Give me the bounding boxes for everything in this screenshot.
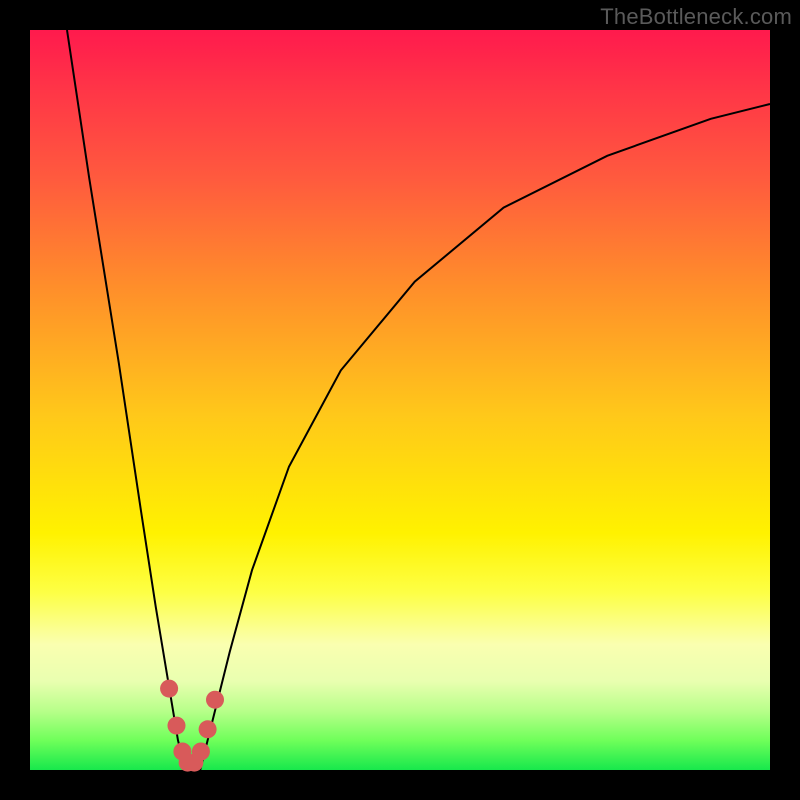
highlight-dot xyxy=(168,717,186,735)
curve-svg xyxy=(30,30,770,770)
highlight-dot xyxy=(206,691,224,709)
highlight-dot xyxy=(160,680,178,698)
highlight-dot xyxy=(192,743,210,761)
watermark-text: TheBottleneck.com xyxy=(600,4,792,30)
curve-right-branch xyxy=(200,104,770,770)
chart-area xyxy=(30,30,770,770)
curve-left-branch xyxy=(67,30,185,770)
highlight-markers xyxy=(160,680,224,772)
highlight-dot xyxy=(199,720,217,738)
